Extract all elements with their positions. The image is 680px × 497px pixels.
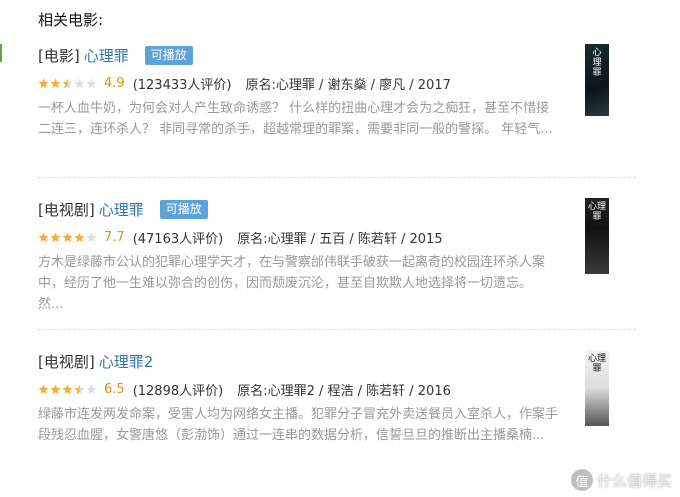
rating-score: 7.7 xyxy=(104,229,125,245)
star-icon xyxy=(86,77,97,88)
item-title-line: [电视剧] 心理罪 可播放 xyxy=(38,198,636,220)
rating-score: 6.5 xyxy=(104,381,125,397)
poster-title: 心理罪 xyxy=(587,354,606,374)
poster-image[interactable]: 心 理 罪 xyxy=(585,44,609,116)
star-icon xyxy=(38,77,49,88)
star-icon xyxy=(62,231,73,242)
movie-item: [电视剧] 心理罪 可播放 7.7 (47163人评价) 原名:心理罪 / 五百… xyxy=(38,198,636,315)
star-icon xyxy=(38,231,49,242)
star-icon xyxy=(74,383,85,394)
rating-votes: (123433人评价) xyxy=(132,77,232,93)
watermark-logo-icon: 值 xyxy=(570,469,593,491)
star-rating xyxy=(38,231,98,243)
star-icon xyxy=(86,231,97,242)
star-icon xyxy=(50,77,61,88)
star-icon xyxy=(86,383,97,394)
rating-votes: (47163人评价) xyxy=(132,231,224,247)
star-rating xyxy=(38,77,98,89)
star-icon xyxy=(50,231,61,242)
item-description: 绿藤市连发两发命案，受害人均为网络女主播。犯罪分子冒充外卖送餐员入室杀人，作案手… xyxy=(38,407,558,443)
star-icon xyxy=(62,383,73,394)
poster-title: 心理罪 xyxy=(587,202,606,222)
watermark-text: 什么值得买 xyxy=(596,471,672,490)
item-description: 方木是绿藤市公认的犯罪心理学天才，在与警察邰伟联手破获一起离奇的校园连环杀人案中… xyxy=(38,255,546,312)
movie-item: [电影] 心理罪 可播放 4.9 (123433人评价) 原名:心理罪 / 谢东… xyxy=(38,44,636,161)
rating-score: 4.9 xyxy=(104,75,125,91)
item-info: 原名:心理罪2 / 程浩 / 陈若轩 / 2016 xyxy=(237,383,451,399)
item-title-link[interactable]: 心理罪 xyxy=(84,45,129,66)
star-icon xyxy=(50,383,61,394)
rating-line: 6.5 (12898人评价) 原名:心理罪2 / 程浩 / 陈若轩 / 2016 xyxy=(38,381,636,399)
section-title: 相关电影: xyxy=(38,11,104,29)
item-type-label: [电影] xyxy=(38,46,80,65)
playable-badge[interactable]: 可播放 xyxy=(144,45,193,65)
item-title-line: [电视剧] 心理罪2 xyxy=(38,350,636,372)
item-info: 原名:心理罪 / 谢东燊 / 廖凡 / 2017 xyxy=(245,77,451,93)
item-type-label: [电视剧] xyxy=(38,352,95,371)
star-rating xyxy=(38,383,98,395)
item-divider xyxy=(38,329,636,330)
item-info: 原名:心理罪 / 五百 / 陈若轩 / 2015 xyxy=(237,231,443,247)
poster-image[interactable]: 心理罪 xyxy=(585,350,609,426)
item-divider xyxy=(38,177,636,178)
star-icon xyxy=(62,77,73,88)
playable-badge[interactable]: 可播放 xyxy=(159,199,208,219)
item-title-link[interactable]: 心理罪 xyxy=(99,199,144,220)
poster-image[interactable]: 心理罪 xyxy=(585,198,609,274)
movie-item: [电视剧] 心理罪2 6.5 (12898人评价) 原名:心理罪2 / 程浩 /… xyxy=(38,350,636,467)
item-title-line: [电影] 心理罪 可播放 xyxy=(38,44,636,66)
item-description: 一杯人血牛奶，为何会对人产生致命诱惑？ 什么样的扭曲心理才会为之痴狂，甚至不惜接… xyxy=(38,101,553,137)
rating-votes: (12898人评价) xyxy=(132,383,224,399)
item-type-label: [电视剧] xyxy=(38,200,95,219)
left-accent-bar xyxy=(0,44,2,62)
site-watermark: 值 什么值得买 xyxy=(570,469,672,491)
star-icon xyxy=(38,383,49,394)
rating-line: 7.7 (47163人评价) 原名:心理罪 / 五百 / 陈若轩 / 2015 xyxy=(38,229,636,247)
rating-line: 4.9 (123433人评价) 原名:心理罪 / 谢东燊 / 廖凡 / 2017 xyxy=(38,75,636,93)
star-icon xyxy=(74,231,85,242)
poster-title: 心 理 罪 xyxy=(592,48,602,78)
item-title-link[interactable]: 心理罪2 xyxy=(99,351,154,372)
star-icon xyxy=(74,77,85,88)
